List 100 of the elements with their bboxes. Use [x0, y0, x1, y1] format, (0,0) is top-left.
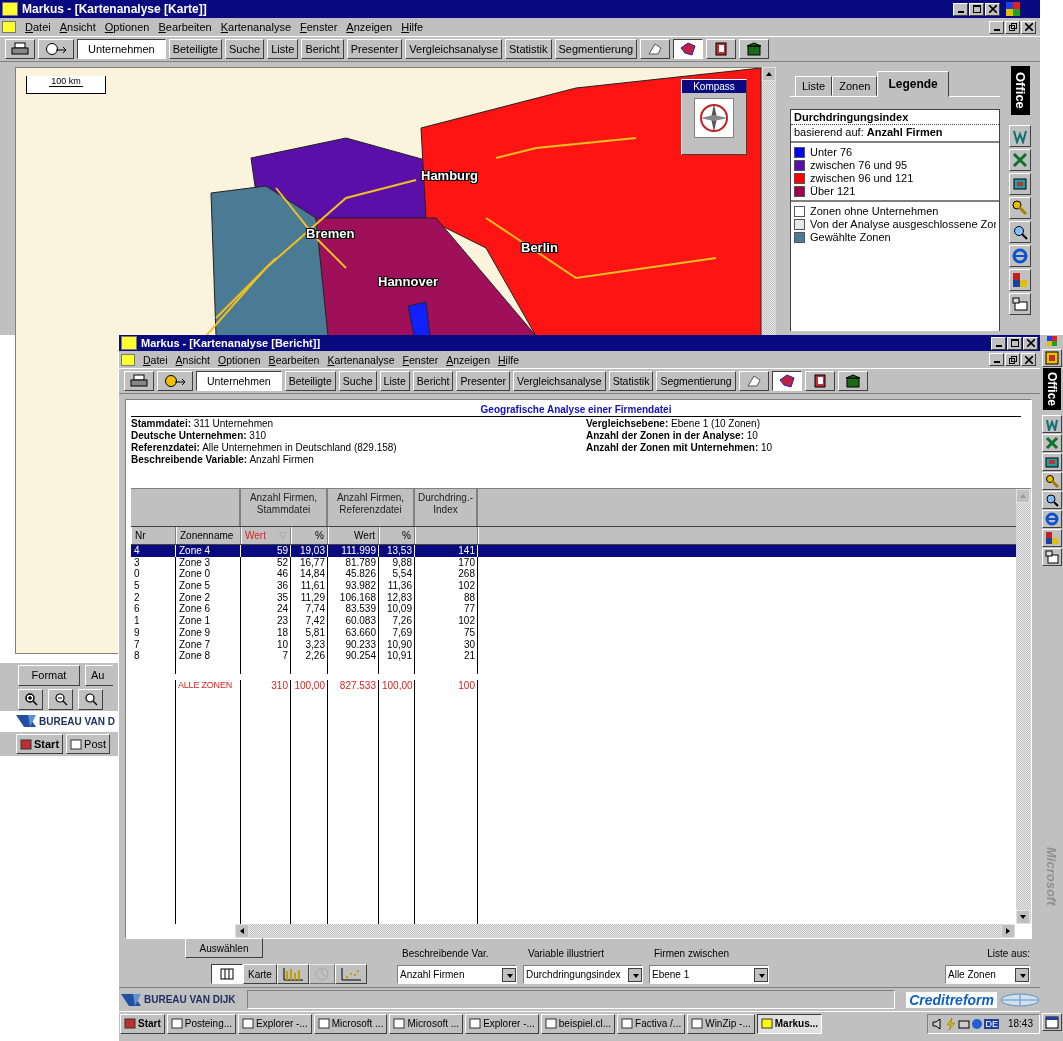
- taskbar-button[interactable]: WinZip -...: [687, 1013, 755, 1034]
- window-title: Markus - [Kartenanalyse [Bericht]]: [141, 337, 321, 349]
- table-cell: 8: [131, 650, 176, 662]
- dropdown[interactable]: Durchdringungsindex: [523, 965, 643, 984]
- table-row[interactable]: 7 Zone 7 10 3,23 90.233 10,90 30: [131, 638, 1016, 651]
- menu-item[interactable]: Bearbeiten: [268, 353, 320, 366]
- table-cell: 10,90: [379, 638, 415, 651]
- total-cell: 310: [241, 679, 291, 692]
- table-row[interactable]: 9 Zone 9 18 5,81 63.660 7,69 75: [131, 626, 1016, 639]
- table-cell: 90.254: [328, 650, 379, 662]
- toolbar-button[interactable]: Liste: [379, 371, 410, 391]
- table-cell: Zone 1: [176, 615, 241, 627]
- toolbar-button[interactable]: Unternehmen: [77, 39, 166, 59]
- taskbar-button[interactable]: Explorer -...: [465, 1013, 539, 1034]
- toolbar-button[interactable]: Liste: [267, 39, 299, 59]
- taskbar-button[interactable]: Factiva /...: [617, 1013, 686, 1034]
- dropdown[interactable]: Ebene 1: [649, 965, 769, 984]
- menu-item[interactable]: Kartenanalyse: [220, 21, 291, 33]
- total-cell: 100: [415, 679, 478, 692]
- toolbar-button[interactable]: Statistik: [505, 39, 552, 59]
- column-header[interactable]: Nr: [131, 527, 176, 544]
- panel-tab[interactable]: Liste: [795, 76, 833, 96]
- table-cell: 5: [131, 580, 176, 592]
- menu-item[interactable]: Ansicht: [175, 353, 210, 366]
- toolbar-button[interactable]: Vergleichsanalyse: [513, 371, 606, 391]
- taskbar-button[interactable]: beispiel.cl...: [540, 1013, 616, 1034]
- menu-item[interactable]: Anzeigen: [446, 353, 490, 366]
- taskbar-button[interactable]: Microsoft ...: [313, 1013, 388, 1034]
- menu-item[interactable]: Kartenanalyse: [327, 353, 395, 366]
- table-cell: 2: [131, 591, 176, 604]
- toolbar-button[interactable]: Statistik: [608, 371, 654, 391]
- panel-button[interactable]: Format: [18, 664, 80, 686]
- toolbar-button[interactable]: Unternehmen: [196, 371, 282, 391]
- panel-tab[interactable]: Legende: [877, 71, 949, 97]
- column-header[interactable]: %: [379, 527, 415, 544]
- taskbar-button[interactable]: Explorer -...: [238, 1013, 312, 1034]
- menu-item[interactable]: Bearbeiten: [158, 21, 212, 33]
- table-row[interactable]: 6 Zone 6 24 7,74 83.539 10,09 77: [131, 603, 1016, 616]
- taskbar-button[interactable]: Microsoft ...: [389, 1013, 464, 1034]
- dropdown[interactable]: Anzahl Firmen: [397, 965, 517, 984]
- taskbar-button[interactable]: Start: [120, 1013, 165, 1034]
- dropdown-label: Beschreibende Var.: [401, 948, 490, 959]
- menu-item[interactable]: Optionen: [104, 21, 150, 33]
- menu-item[interactable]: Fenster: [402, 353, 439, 366]
- menu-item[interactable]: Anzeigen: [346, 21, 393, 33]
- toolbar-button[interactable]: Segmentierung: [656, 371, 736, 391]
- dropdown[interactable]: Alle Zonen: [945, 965, 1030, 984]
- taskbar-button[interactable]: Markus...: [756, 1013, 823, 1034]
- legend-basis: basierend auf: Anzahl Firmen: [793, 125, 944, 140]
- toolbar-button[interactable]: Suche: [338, 371, 377, 391]
- map-view-button[interactable]: Karte: [243, 964, 277, 984]
- table-cell: 23: [241, 615, 291, 627]
- language-indicator[interactable]: DE: [984, 1018, 999, 1029]
- column-header[interactable]: %: [291, 527, 328, 544]
- taskbar-button[interactable]: Start: [16, 734, 64, 754]
- table-cell: 9,88: [379, 556, 415, 569]
- table-cell: 11,29: [291, 591, 328, 604]
- table-cell: 5,81: [291, 626, 328, 639]
- menu-item[interactable]: Hilfe: [401, 21, 424, 33]
- toolbar-button[interactable]: Beteiligte: [168, 39, 222, 59]
- menu-item[interactable]: Datei: [25, 21, 51, 33]
- menu-item[interactable]: Hilfe: [497, 353, 519, 366]
- taskbar-button[interactable]: Posteing...: [166, 1013, 237, 1034]
- toolbar-button[interactable]: Presenter: [346, 39, 403, 59]
- report-title: Geografische Analyse einer Firmendatei: [131, 404, 1021, 417]
- city-label: Hannover: [378, 274, 438, 289]
- partner-logo: Creditreform: [906, 991, 997, 1008]
- taskbar-button[interactable]: Post: [66, 734, 111, 754]
- table-cell: 3: [131, 556, 176, 569]
- panel-button[interactable]: Au: [85, 664, 113, 686]
- table-row[interactable]: 2 Zone 2 35 11,29 106.168 12,83 88: [131, 591, 1016, 604]
- toolbar-button[interactable]: Vergleichsanalyse: [405, 39, 502, 59]
- table-row[interactable]: 3 Zone 3 52 16,77 81.789 9,88 170: [131, 556, 1016, 569]
- table-row[interactable]: 5 Zone 5 36 11,61 93.982 11,36 102: [131, 580, 1016, 592]
- menu-item[interactable]: Ansicht: [59, 21, 96, 33]
- toolbar-button[interactable]: Presenter: [456, 371, 510, 391]
- column-header[interactable]: Wert: [328, 527, 379, 544]
- clock: 18:43: [1007, 1018, 1033, 1029]
- legend-label: Unter 76: [810, 146, 853, 158]
- menu-item[interactable]: Datei: [143, 353, 168, 366]
- table-cell: 7,74: [291, 603, 328, 616]
- table-cell: 7: [241, 650, 291, 662]
- toolbar-button[interactable]: Segmentierung: [554, 39, 638, 59]
- toolbar-button[interactable]: Beteiligte: [284, 371, 336, 391]
- office-label: Office: [1010, 66, 1030, 115]
- toolbar-button[interactable]: Suche: [224, 39, 265, 59]
- info-line: Stammdatei: 311 Unternehmen: [131, 418, 275, 430]
- table-cell: Zone 7: [176, 638, 241, 651]
- table-row[interactable]: 4 Zone 4 59 19,03 111.999 13,53 141: [131, 545, 1016, 557]
- toolbar-button[interactable]: Bericht: [412, 371, 454, 391]
- toolbar-button[interactable]: Bericht: [301, 39, 344, 59]
- table-row[interactable]: 0 Zone 0 46 14,84 45.826 5,54 268: [131, 568, 1016, 581]
- menu-item[interactable]: Fenster: [300, 21, 338, 33]
- table-cell: 10,91: [379, 650, 415, 662]
- dropdown-label: Firmen zwischen: [653, 948, 731, 959]
- table-row[interactable]: 8 Zone 8 7 2,26 90.254 10,91 21: [131, 650, 1016, 662]
- menu-item[interactable]: Optionen: [218, 353, 261, 366]
- table-cell: 24: [241, 603, 291, 616]
- table-row[interactable]: 1 Zone 1 23 7,42 60.083 7,26 102: [131, 615, 1016, 627]
- column-header[interactable]: Zonenname: [176, 527, 241, 544]
